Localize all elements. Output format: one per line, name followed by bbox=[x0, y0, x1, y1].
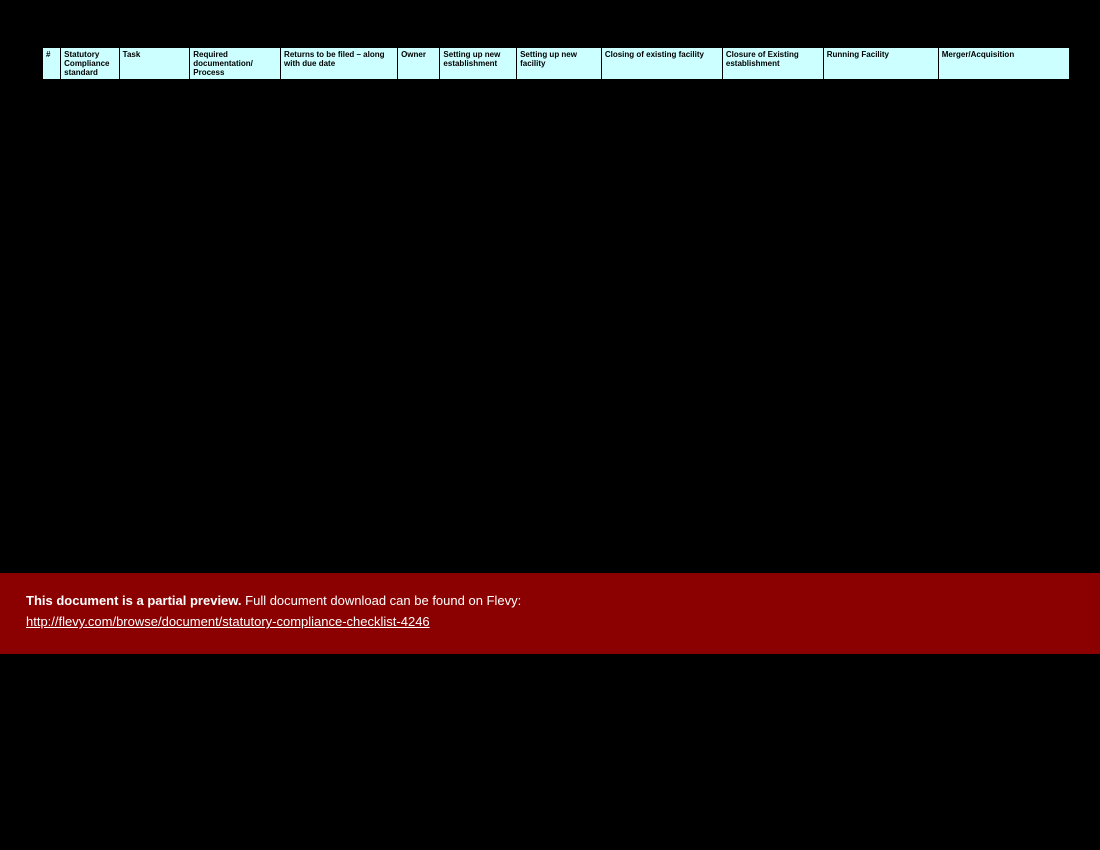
header-owner: Owner bbox=[398, 48, 440, 80]
header-closure-establishment: Closure of Existing establishment bbox=[722, 48, 823, 80]
header-docs: Required documentation/ Process bbox=[190, 48, 281, 80]
header-standard: Statutory Compliance standard bbox=[61, 48, 120, 80]
table-header-row: # Statutory Compliance standard Task Req… bbox=[43, 48, 1070, 80]
header-returns: Returns to be filed – along with due dat… bbox=[281, 48, 398, 80]
header-setup-facility: Setting up new facility bbox=[517, 48, 602, 80]
header-running-facility: Running Facility bbox=[823, 48, 938, 80]
banner-text-line: This document is a partial preview. Full… bbox=[26, 593, 1074, 608]
header-setup-establishment: Setting up new establishment bbox=[440, 48, 517, 80]
header-closing-facility: Closing of existing facility bbox=[601, 48, 722, 80]
header-num: # bbox=[43, 48, 61, 80]
banner-remainder-text: Full document download can be found on F… bbox=[242, 593, 522, 608]
compliance-header-table: # Statutory Compliance standard Task Req… bbox=[42, 47, 1070, 80]
banner-bold-text: This document is a partial preview. bbox=[26, 593, 242, 608]
compliance-table-wrapper: # Statutory Compliance standard Task Req… bbox=[42, 47, 1070, 80]
header-merger-acquisition: Merger/Acquisition bbox=[938, 48, 1069, 80]
header-task: Task bbox=[119, 48, 190, 80]
preview-banner: This document is a partial preview. Full… bbox=[0, 573, 1100, 654]
banner-link[interactable]: http://flevy.com/browse/document/statuto… bbox=[26, 614, 430, 629]
